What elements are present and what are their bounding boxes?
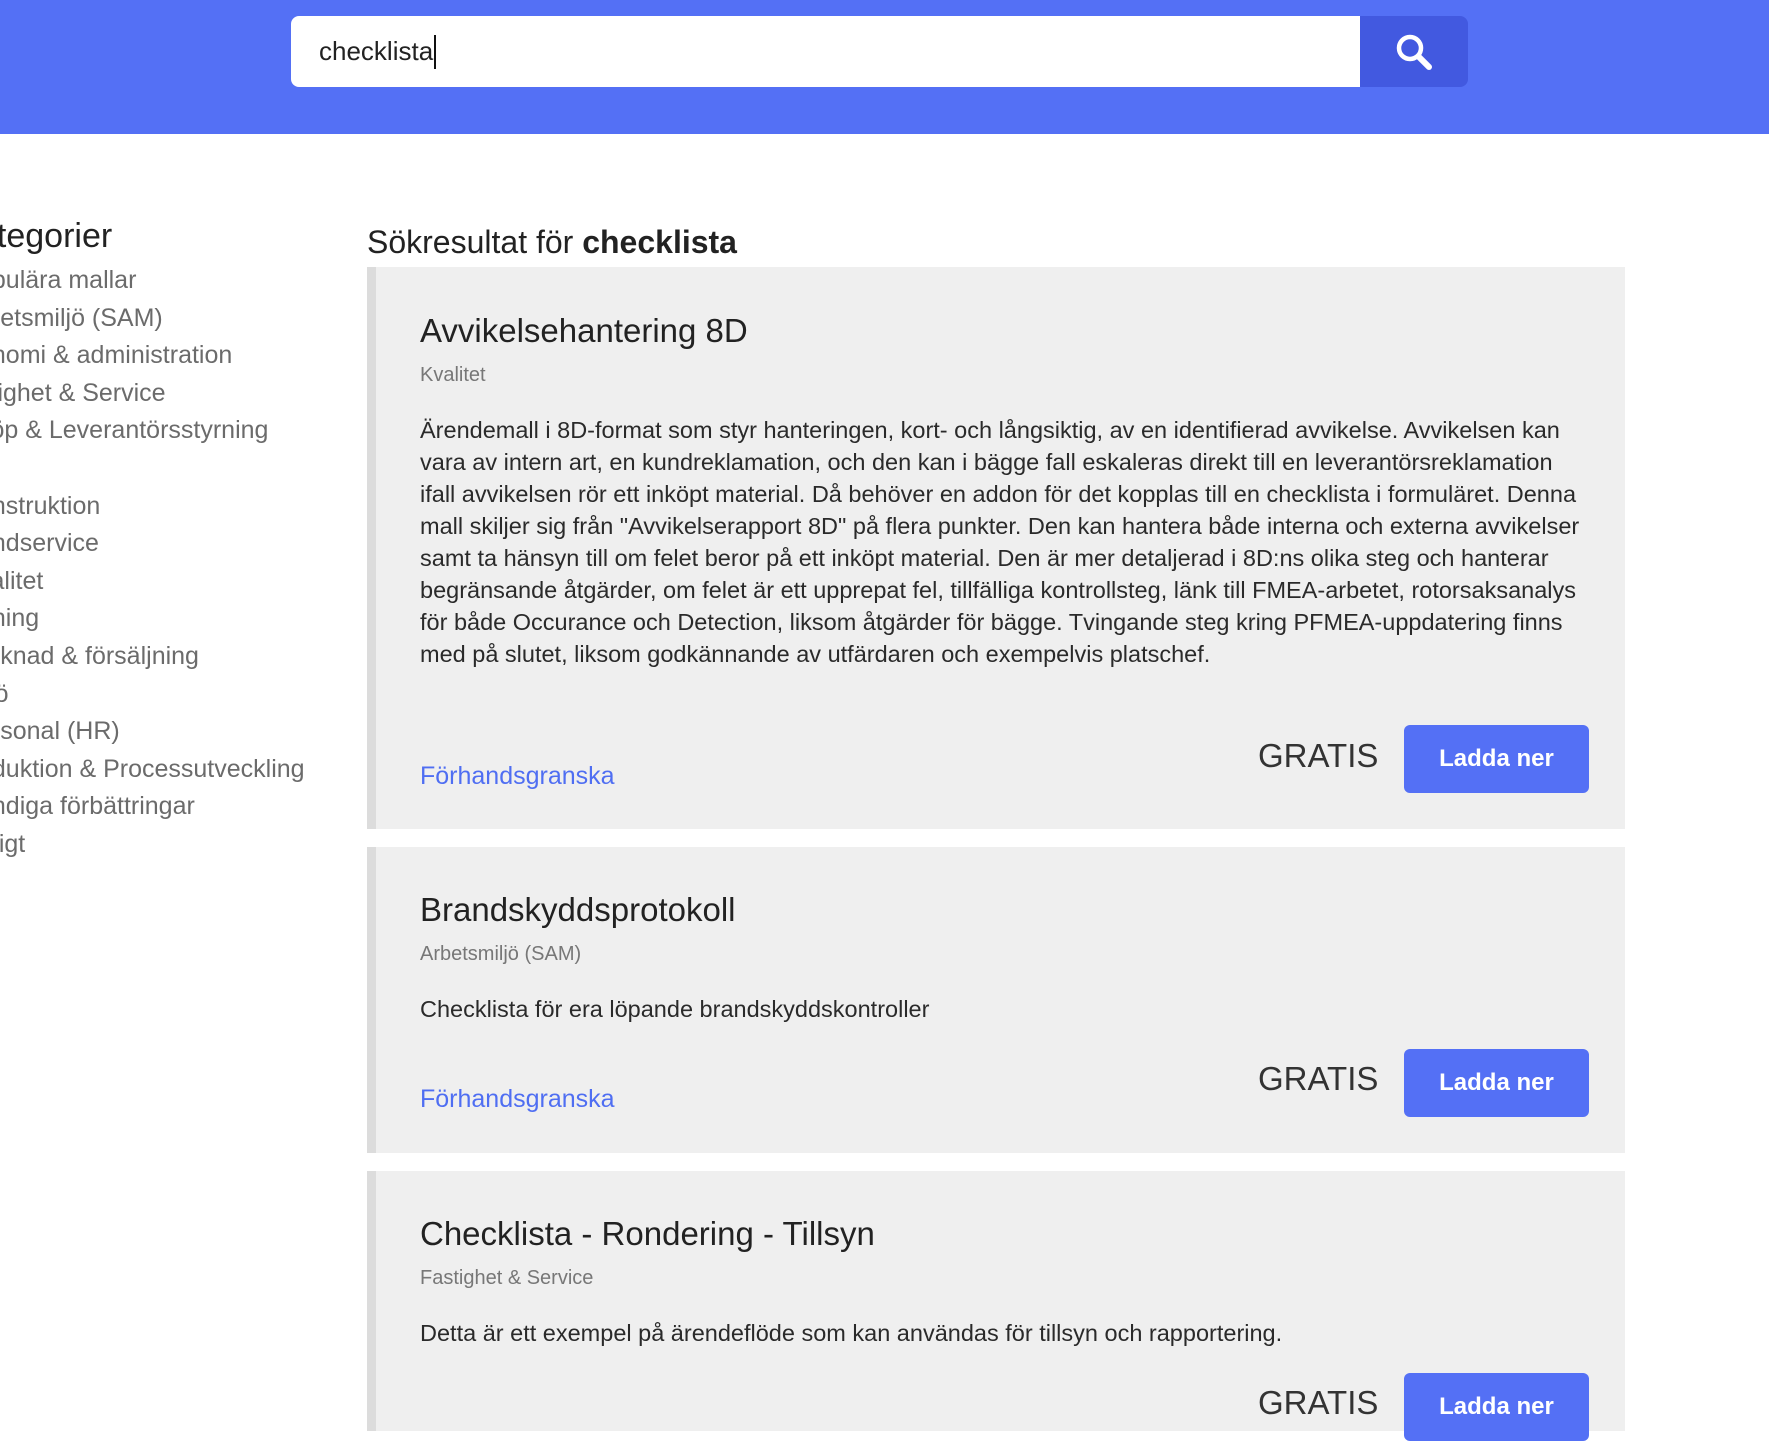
result-card: Checklista - Rondering - Tillsyn Fastigh… (367, 1171, 1625, 1441)
card-description: Ärendemall i 8D-format som styr hanterin… (420, 417, 1580, 667)
card-title[interactable]: Avvikelsehantering 8D (420, 311, 748, 351)
sidebar-item-customer-service[interactable]: undservice (0, 525, 360, 563)
sidebar-item-hr[interactable]: ersonal (HR) (0, 713, 360, 751)
sidebar-item-management[interactable]: dning (0, 600, 360, 638)
sidebar-item-other[interactable]: vrigt (0, 826, 360, 864)
sidebar-item-environment[interactable]: iljö (0, 676, 360, 714)
price-label: GRATIS (1258, 1384, 1379, 1421)
card-title[interactable]: Checklista - Rondering - Tillsyn (420, 1214, 875, 1254)
sidebar-item-marketing[interactable]: arknad & försäljning (0, 638, 360, 676)
sidebar-item-quality[interactable]: valitet (0, 563, 360, 601)
card-title[interactable]: Brandskyddsprotokoll (420, 890, 736, 930)
results-heading: Sökresultat för checklista (367, 220, 737, 264)
download-button[interactable]: Ladda ner (1404, 725, 1589, 793)
price-label: GRATIS (1258, 1060, 1379, 1097)
card-description: Checklista för era löpande brandskyddsko… (420, 996, 930, 1022)
search-icon (1396, 34, 1432, 70)
result-card: Brandskyddsprotokoll Arbetsmiljö (SAM) C… (367, 847, 1625, 1153)
sidebar-item-blank[interactable] (0, 450, 360, 488)
card-category: Fastighet & Service (420, 1267, 594, 1289)
sidebar-item-production[interactable]: oduktion & Processutveckling (0, 751, 360, 789)
download-button[interactable]: Ladda ner (1404, 1373, 1589, 1441)
results-heading-prefix: Sökresultat för (367, 224, 583, 260)
preview-link[interactable]: Förhandsgranska (420, 1085, 615, 1114)
sidebar-item-improvements[interactable]: ändiga förbättringar (0, 788, 360, 826)
top-header: checklista (0, 0, 1769, 134)
search-input-value[interactable]: checklista (319, 36, 433, 67)
search-input[interactable]: checklista (319, 34, 437, 69)
download-button[interactable]: Ladda ner (1404, 1049, 1589, 1117)
preview-link[interactable]: Förhandsgranska (420, 762, 615, 791)
sidebar-item-popular[interactable]: opulära mallar (0, 262, 360, 300)
card-description: Detta är ett exempel på ärendeflöde som … (420, 1320, 1283, 1346)
category-sidebar: ategorier opulära mallar rbetsmiljö (SAM… (0, 214, 360, 864)
result-card: Avvikelsehantering 8D Kvalitet Ärendemal… (367, 267, 1625, 829)
results-heading-query: checklista (582, 224, 737, 260)
sidebar-item-economy[interactable]: onomi & administration (0, 337, 360, 375)
search-button[interactable] (1360, 16, 1468, 87)
card-category: Kvalitet (420, 364, 486, 386)
text-caret (434, 34, 437, 69)
sidebar-item-purchasing[interactable]: köp & Leverantörsstyrning (0, 412, 360, 450)
price-label: GRATIS (1258, 737, 1379, 774)
card-category: Arbetsmiljö (SAM) (420, 943, 582, 965)
sidebar-item-construction[interactable]: onstruktion (0, 488, 360, 526)
sidebar-item-property[interactable]: stighet & Service (0, 375, 360, 413)
sidebar-item-work-environment[interactable]: rbetsmiljö (SAM) (0, 300, 360, 338)
search-box[interactable]: checklista (291, 16, 1360, 87)
sidebar-title: ategorier (0, 217, 113, 255)
